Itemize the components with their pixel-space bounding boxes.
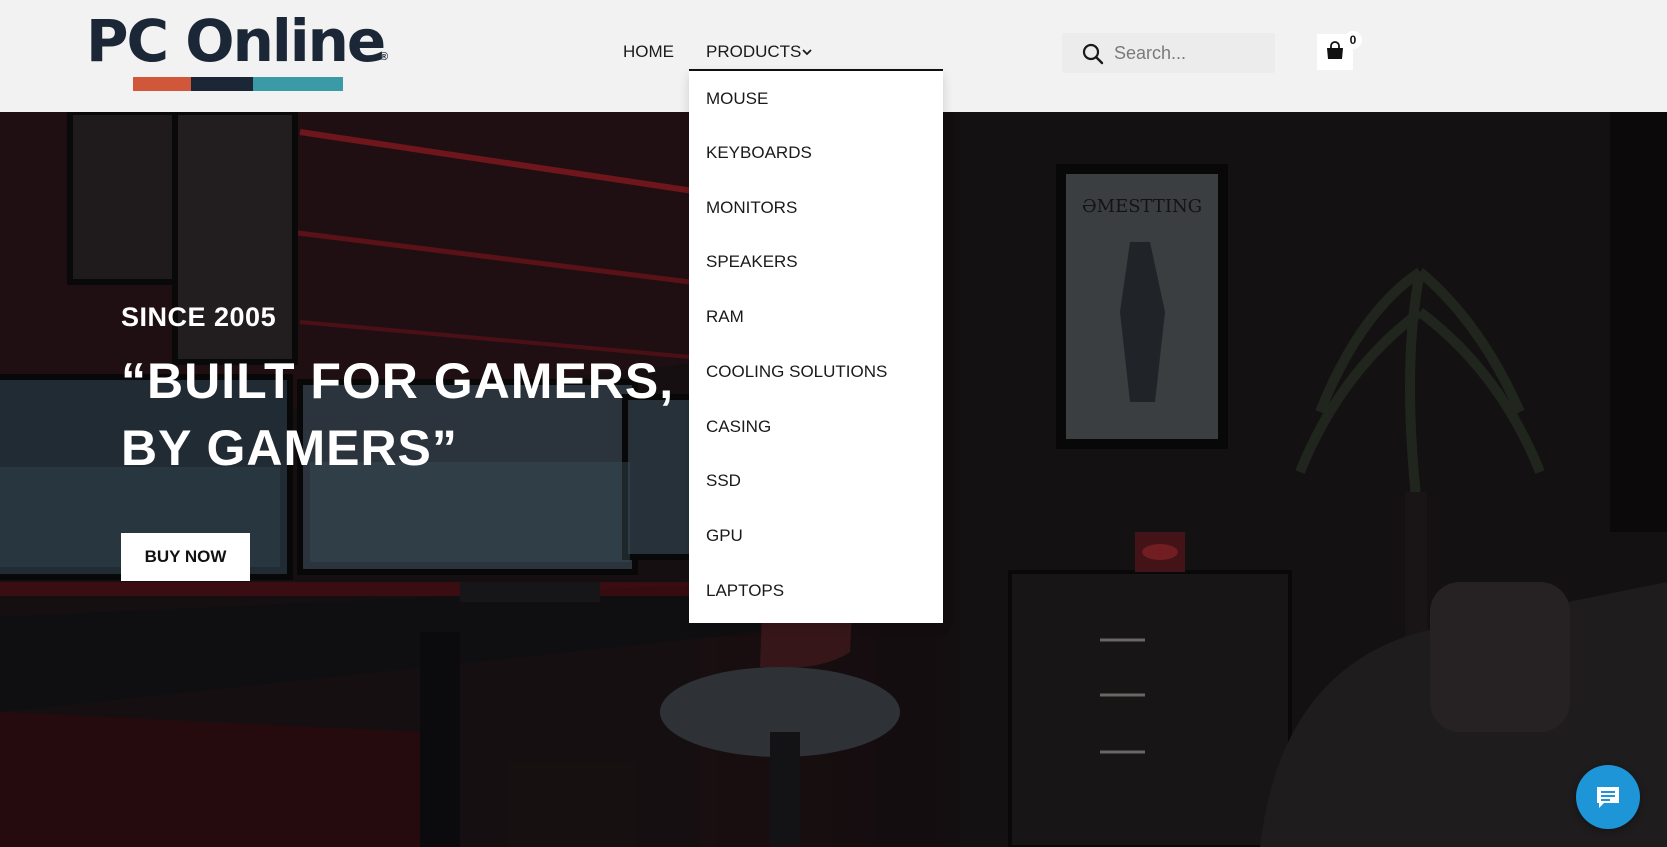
brand-logo-stripe: [133, 77, 343, 91]
dropdown-item-casing[interactable]: CASING: [706, 417, 771, 437]
search-icon[interactable]: [1082, 43, 1104, 65]
search-box: [1062, 33, 1275, 73]
dropdown-item-speakers[interactable]: SPEAKERS: [706, 252, 798, 272]
nav-item-products-label: PRODUCTS: [706, 42, 802, 61]
buy-now-button[interactable]: BUY NOW: [121, 533, 250, 581]
chat-widget-button[interactable]: [1576, 765, 1640, 829]
nav-item-home[interactable]: HOME: [623, 42, 674, 62]
page: ƏMESTTING SINCE 2005 “BUILT FOR GAMERS, …: [0, 0, 1667, 847]
shopping-bag-icon: [1327, 41, 1343, 59]
dropdown-item-ssd[interactable]: SSD: [706, 471, 741, 491]
dropdown-item-mouse[interactable]: MOUSE: [706, 89, 768, 109]
registered-mark: ®: [380, 51, 389, 63]
chat-bubble-icon: [1597, 787, 1619, 808]
nav-item-products[interactable]: PRODUCTS: [689, 40, 943, 71]
products-dropdown-menu: MOUSE KEYBOARDS MONITORS SPEAKERS RAM CO…: [689, 71, 943, 623]
search-input[interactable]: [1114, 39, 1264, 67]
hero-since-text: SINCE 2005: [121, 302, 277, 332]
dropdown-item-gpu[interactable]: GPU: [706, 526, 743, 546]
dropdown-item-ram[interactable]: RAM: [706, 307, 744, 327]
dropdown-item-monitors[interactable]: MONITORS: [706, 198, 797, 218]
chevron-down-icon: [802, 49, 812, 56]
brand-logo[interactable]: PC Online ®: [84, 6, 404, 96]
dropdown-item-keyboards[interactable]: KEYBOARDS: [706, 143, 812, 163]
dropdown-item-cooling-solutions[interactable]: COOLING SOLUTIONS: [706, 362, 887, 382]
dropdown-item-laptops[interactable]: LAPTOPS: [706, 581, 784, 601]
hero-title: “BUILT FOR GAMERS, BY GAMERS”: [121, 353, 675, 476]
brand-logo-text: PC Online: [86, 7, 386, 75]
cart-count-badge: 0: [1344, 31, 1362, 49]
cart-button[interactable]: 0: [1317, 31, 1362, 70]
